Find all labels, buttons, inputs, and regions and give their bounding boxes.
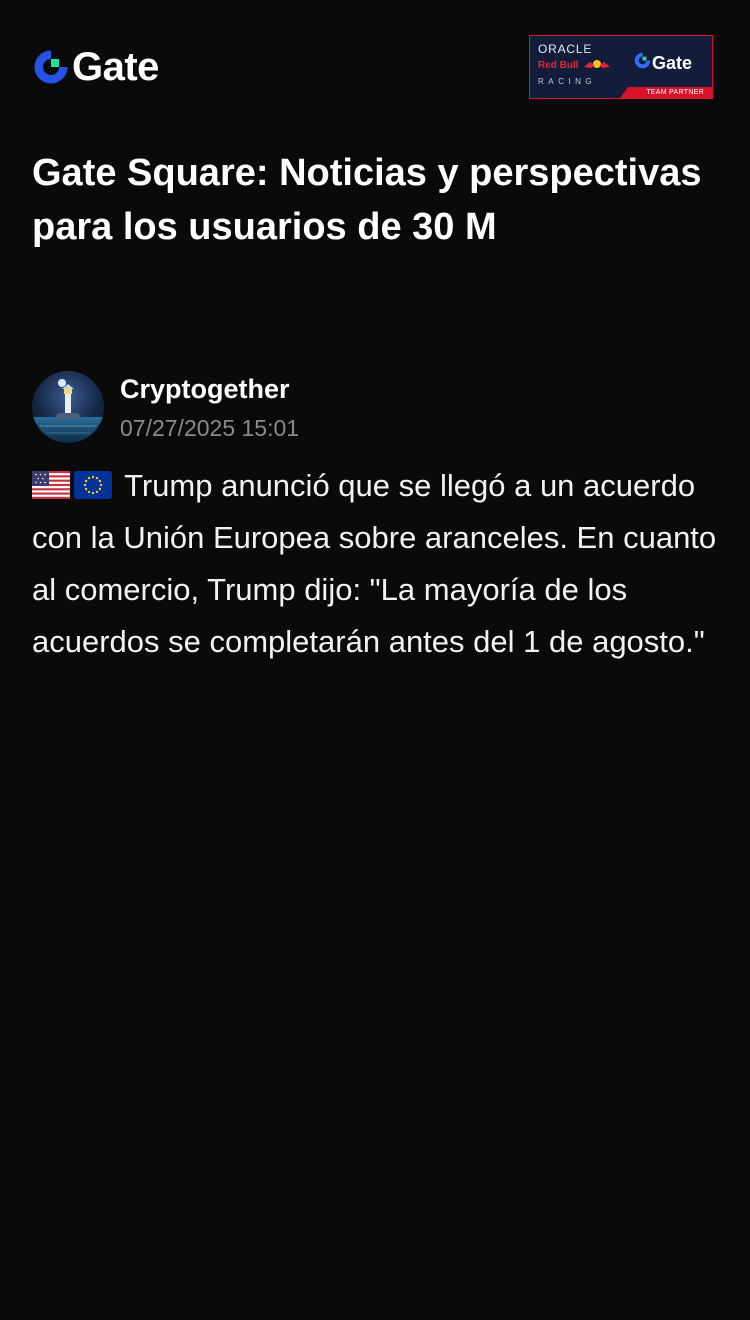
eu-flag-icon xyxy=(74,471,112,499)
site-header: Gate ORACLE Red Bull RACING Gate TEAM PA… xyxy=(0,0,750,120)
avatar[interactable] xyxy=(32,371,104,443)
gate-logo-icon xyxy=(33,48,69,86)
red-bull-wordmark: Red Bull xyxy=(538,60,579,71)
logo-text: Gate xyxy=(72,45,159,89)
post-timestamp: 07/27/2025 15:01 xyxy=(120,415,300,441)
post-text: Trump anunció que se llegó a un acuerdo … xyxy=(32,468,717,659)
oracle-red-bull-racing-logo: ORACLE Red Bull RACING xyxy=(538,42,618,88)
racing-wordmark: RACING xyxy=(538,77,597,86)
gate-logo-small-icon xyxy=(634,52,651,74)
post-author: Cryptogether 07/27/2025 15:01 xyxy=(32,371,722,443)
page-title: Gate Square: Noticias y perspectivas par… xyxy=(32,152,702,248)
author-name[interactable]: Cryptogether xyxy=(120,373,290,405)
us-flag-icon xyxy=(32,471,70,499)
oracle-wordmark: ORACLE xyxy=(538,42,593,56)
post-content: Trump anunció que se llegó a un acuerdo … xyxy=(32,460,722,668)
team-partner-label: TEAM PARTNER xyxy=(646,89,704,96)
partner-gate-logo: Gate xyxy=(634,52,692,74)
red-bull-emblem-icon xyxy=(582,57,612,75)
team-partner-badge[interactable]: ORACLE Red Bull RACING Gate TEAM PARTNER xyxy=(529,35,713,99)
gate-logo[interactable]: Gate xyxy=(33,46,159,88)
partner-gate-text: Gate xyxy=(652,53,693,73)
